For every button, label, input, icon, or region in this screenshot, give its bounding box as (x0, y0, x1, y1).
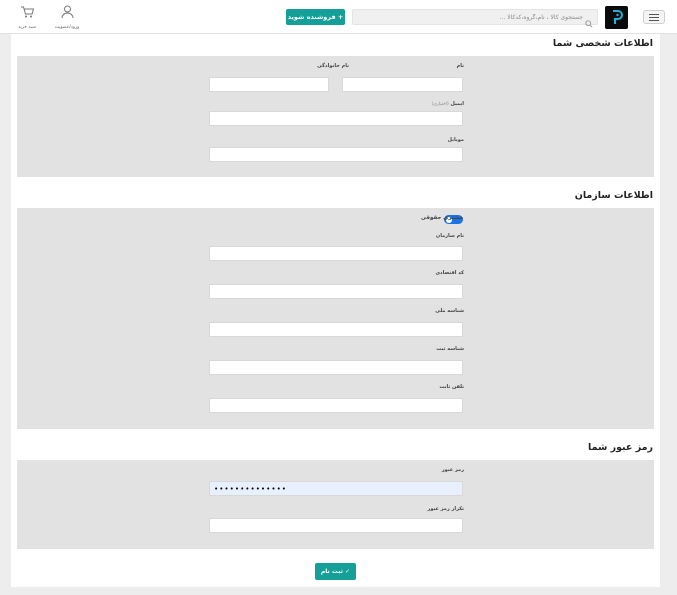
cart-icon (20, 6, 34, 18)
password-panel: رمز عبور تکرار رمز عبور (17, 460, 654, 549)
login-label: ورود/عضویت (54, 25, 80, 30)
landline-label: تلفن ثابت (439, 384, 464, 390)
menu-line-icon (649, 16, 659, 18)
search-box[interactable] (352, 9, 598, 28)
economic-code-input[interactable] (209, 284, 463, 299)
cart-label: سبد خرید (18, 25, 36, 30)
email-label-text: ایمیل (450, 101, 464, 107)
registration-form: اطلاعات شخصی شما نام نام خانوادگی ایمیل … (11, 34, 660, 587)
user-icon (61, 5, 73, 19)
search-input[interactable] (358, 10, 583, 24)
site-logo[interactable] (605, 6, 628, 29)
personal-info-title: اطلاعات شخصی شما (552, 38, 653, 49)
legal-customer-label: مشتری حقوقی (420, 215, 463, 221)
landline-input[interactable] (209, 398, 463, 413)
confirm-password-label: تکرار رمز عبور (427, 506, 464, 512)
national-id-input[interactable] (209, 322, 463, 337)
org-name-input[interactable] (209, 246, 463, 261)
first-name-input[interactable] (342, 77, 463, 92)
password-input[interactable] (209, 481, 463, 496)
last-name-input[interactable] (209, 77, 329, 92)
registration-id-label: شناسه ثبت (436, 346, 464, 352)
become-seller-button[interactable]: + فروشنده شوید (286, 9, 345, 25)
menu-line-icon (649, 19, 659, 21)
org-name-label: نام سازمان (435, 233, 464, 239)
cart-link[interactable]: سبد خرید (10, 4, 44, 30)
top-header: + فروشنده شوید ورود/عضویت سبد خرید (0, 0, 677, 34)
mobile-input[interactable] (209, 147, 463, 162)
menu-line-icon (649, 13, 659, 15)
national-id-label: شناسه ملی (435, 308, 464, 314)
email-optional-text: (اختیاری) (431, 102, 449, 107)
organization-info-title: اطلاعات سازمان (574, 190, 653, 201)
email-input[interactable] (209, 111, 463, 126)
password-label: رمز عبور (441, 467, 464, 473)
email-label: ایمیل (اختیاری) (431, 101, 464, 107)
password-title: رمز عبور شما (588, 442, 653, 453)
personal-info-panel: نام نام خانوادگی ایمیل (اختیاری) موبایل (17, 56, 654, 177)
login-register-link[interactable]: ورود/عضویت (50, 4, 84, 30)
confirm-password-input[interactable] (209, 518, 463, 533)
organization-info-panel: مشتری حقوقی نام سازمان کد اقتصادی شناسه … (17, 208, 654, 429)
first-name-label: نام (456, 63, 464, 69)
economic-code-label: کد اقتصادی (435, 270, 464, 276)
registration-id-input[interactable] (209, 360, 463, 375)
logo-icon (613, 10, 623, 24)
last-name-label: نام خانوادگی (317, 63, 349, 69)
search-icon[interactable] (585, 13, 593, 32)
hamburger-menu-button[interactable] (643, 10, 665, 24)
mobile-label: موبایل (447, 137, 464, 143)
register-submit-button[interactable]: ✓ ثبت نام (315, 563, 356, 580)
